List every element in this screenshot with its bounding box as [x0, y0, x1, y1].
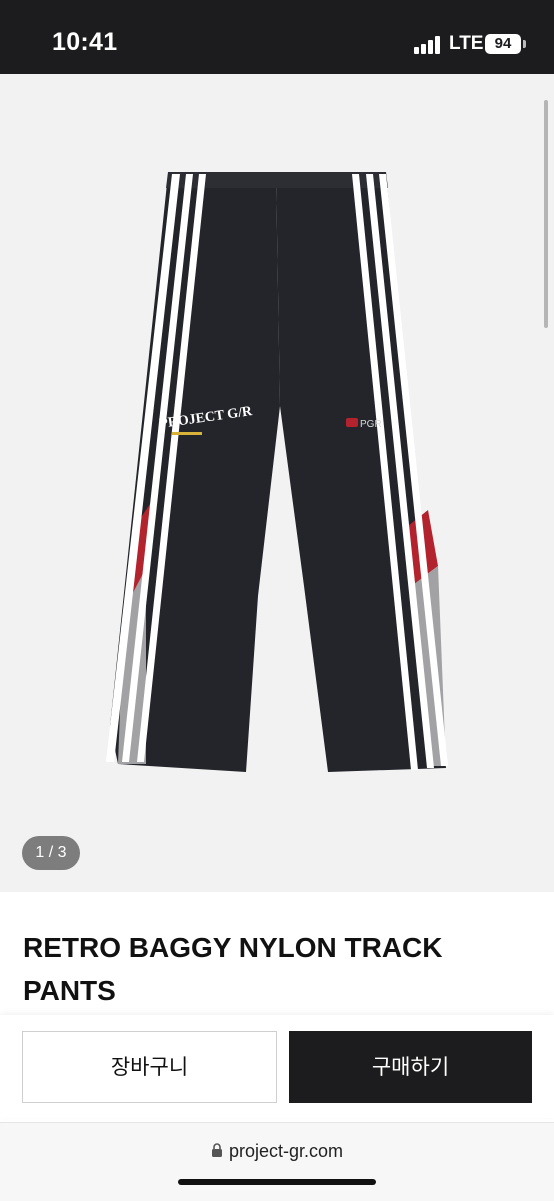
status-bar: 10:41 LTE 94	[0, 0, 554, 74]
home-indicator	[178, 1179, 376, 1185]
url-text: project-gr.com	[228, 1141, 344, 1161]
scroll-indicator	[544, 100, 548, 328]
leg-logo-badge	[346, 418, 358, 427]
url-display[interactable]: project-gr.com	[0, 1141, 554, 1162]
lock-icon	[211, 1143, 222, 1157]
signal-icon	[414, 34, 444, 54]
action-bar: 장바구니 구매하기	[0, 1015, 554, 1118]
waistband-logo-accent	[172, 432, 202, 435]
leg-logo: PGR	[360, 419, 382, 430]
battery-nub	[523, 40, 526, 48]
battery-icon: 94	[485, 34, 521, 54]
network-type: LTE	[449, 33, 484, 54]
browser-url-bar[interactable]: project-gr.com	[0, 1122, 554, 1201]
product-image[interactable]: PROJECT G/R PGR	[96, 166, 456, 802]
status-time: 10:41	[52, 28, 118, 56]
buy-now-button[interactable]: 구매하기	[289, 1031, 532, 1103]
product-title: RETRO BAGGY NYLON TRACK PANTS	[23, 932, 443, 1006]
page-indicator: 1 / 3	[22, 836, 80, 870]
add-to-cart-button[interactable]: 장바구니	[22, 1031, 277, 1103]
